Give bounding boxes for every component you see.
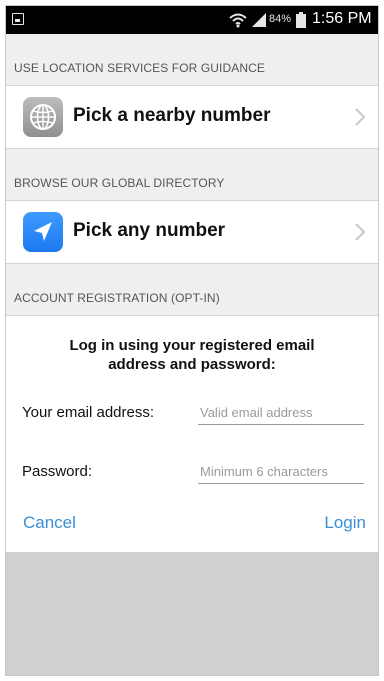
battery-percent: 84% (269, 13, 292, 25)
login-panel: Log in using your registered email addre… (6, 316, 378, 552)
email-field[interactable] (198, 400, 364, 425)
wifi-icon (229, 13, 247, 28)
section-header-directory: BROWSE OUR GLOBAL DIRECTORY (6, 149, 378, 201)
chevron-right-icon (355, 108, 366, 126)
login-instructions: Log in using your registered email addre… (6, 336, 378, 374)
pick-any-number-label: Pick any number (73, 220, 226, 241)
password-field[interactable] (198, 459, 364, 484)
section-header-registration: ACCOUNT REGISTRATION (OPT-IN) (6, 264, 378, 316)
chevron-right-icon (355, 223, 366, 241)
pick-any-number-row[interactable]: Pick any number (6, 201, 378, 264)
status-bar: 84% 1:56 PM (6, 6, 378, 34)
globe-icon (23, 97, 63, 137)
login-instructions-line1: Log in using your registered email (69, 337, 315, 354)
section-header-label: ACCOUNT REGISTRATION (OPT-IN) (14, 291, 220, 305)
login-button[interactable]: Login (324, 513, 366, 533)
section-header-location: USE LOCATION SERVICES FOR GUIDANCE (6, 34, 378, 86)
navigation-arrow-icon (23, 212, 63, 252)
pick-nearby-number-label: Pick a nearby number (73, 105, 271, 126)
login-instructions-line2: address and password: (108, 356, 276, 373)
signal-icon (252, 13, 266, 27)
email-label: Your email address: (22, 404, 155, 421)
battery-icon (296, 12, 306, 28)
app-screen: 84% 1:56 PM USE LOCATION SERVICES FOR GU… (5, 5, 379, 676)
section-header-label: BROWSE OUR GLOBAL DIRECTORY (14, 176, 225, 190)
section-header-label: USE LOCATION SERVICES FOR GUIDANCE (14, 61, 265, 75)
notification-icon (12, 13, 24, 25)
status-time: 1:56 PM (312, 10, 372, 27)
pick-nearby-number-row[interactable]: Pick a nearby number (6, 86, 378, 149)
password-label: Password: (22, 463, 93, 480)
cancel-button[interactable]: Cancel (23, 513, 76, 533)
content-list: USE LOCATION SERVICES FOR GUIDANCE Pick … (6, 34, 378, 552)
